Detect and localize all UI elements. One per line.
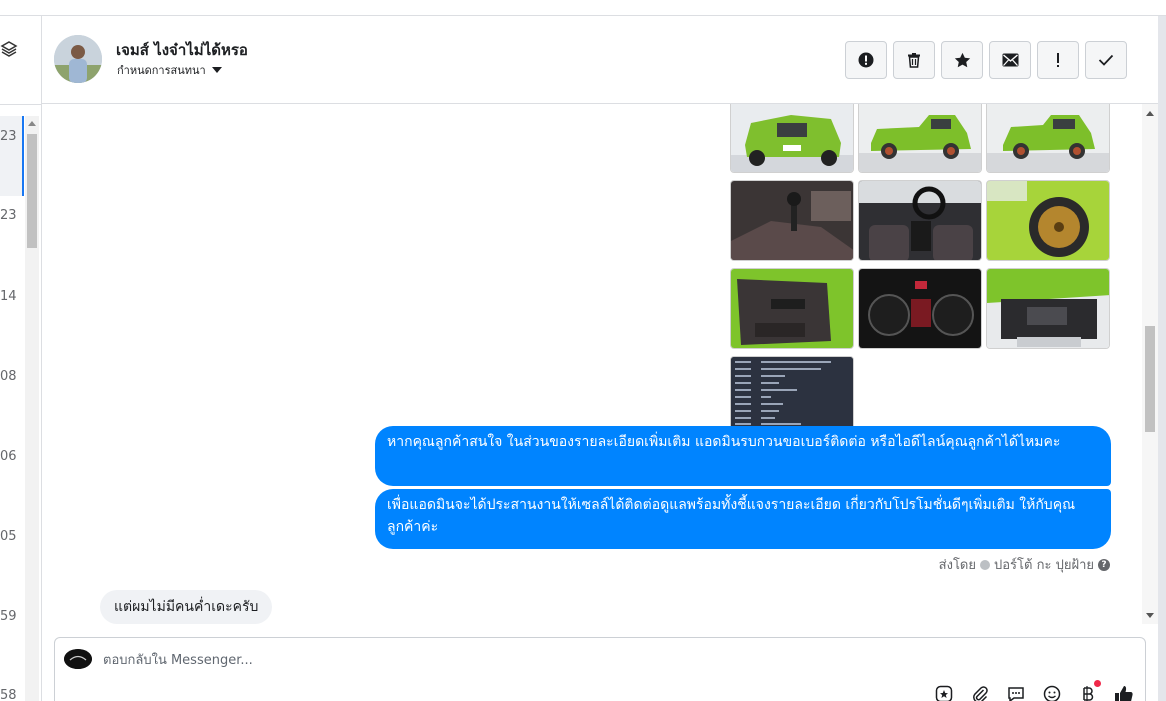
- alert-circle-icon: [858, 52, 874, 68]
- attachment-icon: [973, 686, 988, 701]
- person-photo-icon: [54, 35, 102, 83]
- mark-unread-button[interactable]: [989, 41, 1031, 79]
- dashboard-image-icon: [859, 181, 981, 260]
- composer-tools: [933, 680, 1135, 701]
- exclamation-icon: [1057, 53, 1059, 67]
- assign-conversation-dropdown[interactable]: กำหนดการสนทนา: [117, 61, 222, 79]
- scroll-up-arrow-icon[interactable]: [28, 121, 36, 126]
- trash-icon: [908, 53, 920, 68]
- list-item-time[interactable]: 58: [0, 688, 17, 701]
- scroll-up-arrow-icon[interactable]: [1146, 111, 1154, 116]
- star-icon: [954, 52, 970, 67]
- saved-reply-icon: [1008, 687, 1024, 701]
- conversation-list: 23 23 14 08 06 05 59 58: [0, 16, 42, 701]
- emoji-icon: [1043, 685, 1061, 701]
- layers-icon[interactable]: [0, 40, 18, 58]
- messenger-inbox: 23 23 14 08 06 05 59 58 เจมส์ ไงจ๋าไม่ได…: [0, 0, 1166, 701]
- car-image-icon: [987, 104, 1109, 172]
- spec-sheet-photo[interactable]: [730, 356, 854, 437]
- list-item-time[interactable]: 23: [0, 129, 17, 144]
- car-photo[interactable]: [858, 180, 982, 261]
- page-scrollbar[interactable]: [1158, 16, 1166, 701]
- list-scrollbar[interactable]: [25, 116, 39, 701]
- list-item-time[interactable]: 23: [0, 208, 17, 223]
- scrollbar-thumb[interactable]: [27, 134, 37, 248]
- help-icon[interactable]: ?: [1098, 558, 1110, 571]
- gear-shift-image-icon: [731, 181, 853, 260]
- follow-up-button[interactable]: [1037, 41, 1079, 79]
- mark-done-button[interactable]: [1085, 41, 1127, 79]
- car-photo[interactable]: [730, 104, 854, 173]
- report-spam-button[interactable]: [845, 41, 887, 79]
- document-image-icon: [731, 357, 853, 428]
- message-thread: หากคุณลูกค้าสนใจ ในส่วนของรายละเอียดเพิ่…: [42, 104, 1158, 624]
- door-image-icon: [731, 269, 853, 348]
- conversation-header: เจมส์ ไงจ๋าไม่ได้หรอ กำหนดการสนทนา: [42, 16, 1158, 104]
- sticker-icon: [935, 685, 953, 701]
- scrollbar-thumb[interactable]: [1145, 326, 1155, 432]
- header-actions: [845, 41, 1127, 79]
- car-photo[interactable]: [858, 104, 982, 173]
- outgoing-message[interactable]: หากคุณลูกค้าสนใจ ในส่วนของรายละเอียดเพิ่…: [375, 426, 1111, 486]
- car-photo[interactable]: [986, 180, 1110, 261]
- delete-button[interactable]: [893, 41, 935, 79]
- sent-by-info: ส่งโดย ปอร์โต้ กะ ปุยฝ้าย ?: [939, 554, 1110, 575]
- contact-name: เจมส์ ไงจ๋าไม่ได้หรอ: [116, 41, 248, 59]
- reply-input[interactable]: [103, 650, 1083, 670]
- contact-avatar[interactable]: [54, 35, 102, 83]
- top-toolbar-strip: [0, 0, 1166, 16]
- saved-reply-button[interactable]: [1005, 684, 1027, 701]
- star-button[interactable]: [941, 41, 983, 79]
- list-item-time[interactable]: 59: [0, 609, 17, 624]
- scroll-down-arrow-icon[interactable]: [1146, 613, 1154, 618]
- list-item-time[interactable]: 06: [0, 449, 17, 464]
- gauge-cluster-image-icon: [859, 269, 981, 348]
- assign-label: กำหนดการสนทนา: [117, 64, 206, 77]
- like-icon: [1115, 686, 1133, 701]
- car-photo[interactable]: [858, 268, 982, 349]
- payment-icon: [1083, 686, 1094, 701]
- attach-button[interactable]: [969, 684, 991, 701]
- check-icon: [1098, 54, 1114, 66]
- car-photo[interactable]: [730, 180, 854, 261]
- list-item-time[interactable]: 05: [0, 529, 17, 544]
- outgoing-message[interactable]: เพื่อแอดมินจะได้ประสานงานให้เซลล์ได้ติดต…: [375, 489, 1111, 549]
- notification-dot-icon: [1094, 680, 1101, 687]
- sender-avatar-icon: [980, 559, 990, 570]
- like-button[interactable]: [1113, 684, 1135, 701]
- car-image-icon: [859, 104, 981, 172]
- list-divider: [0, 104, 42, 105]
- caret-down-icon: [211, 67, 222, 73]
- page-avatar: [64, 649, 92, 669]
- engine-image-icon: [987, 269, 1109, 348]
- car-photo[interactable]: [986, 268, 1110, 349]
- sender-name: ปอร์โต้ กะ ปุยฝ้าย: [994, 558, 1094, 573]
- emoji-button[interactable]: [1041, 684, 1063, 701]
- car-photo[interactable]: [986, 104, 1110, 173]
- selected-conversation[interactable]: [0, 116, 24, 196]
- sent-by-prefix: ส่งโดย: [938, 558, 976, 573]
- car-photo[interactable]: [730, 268, 854, 349]
- envelope-icon: [1002, 53, 1018, 67]
- wheel-image-icon: [987, 181, 1109, 260]
- car-image-icon: [731, 104, 853, 172]
- sticker-button[interactable]: [933, 684, 955, 701]
- reply-composer: [54, 637, 1146, 701]
- thread-scrollbar[interactable]: [1142, 104, 1158, 624]
- list-item-time[interactable]: 14: [0, 289, 17, 304]
- payment-button[interactable]: [1077, 680, 1101, 701]
- incoming-message[interactable]: แต่ผมไม่มีคนค่ำเดะครับ: [100, 590, 273, 624]
- list-item-time[interactable]: 08: [0, 369, 17, 384]
